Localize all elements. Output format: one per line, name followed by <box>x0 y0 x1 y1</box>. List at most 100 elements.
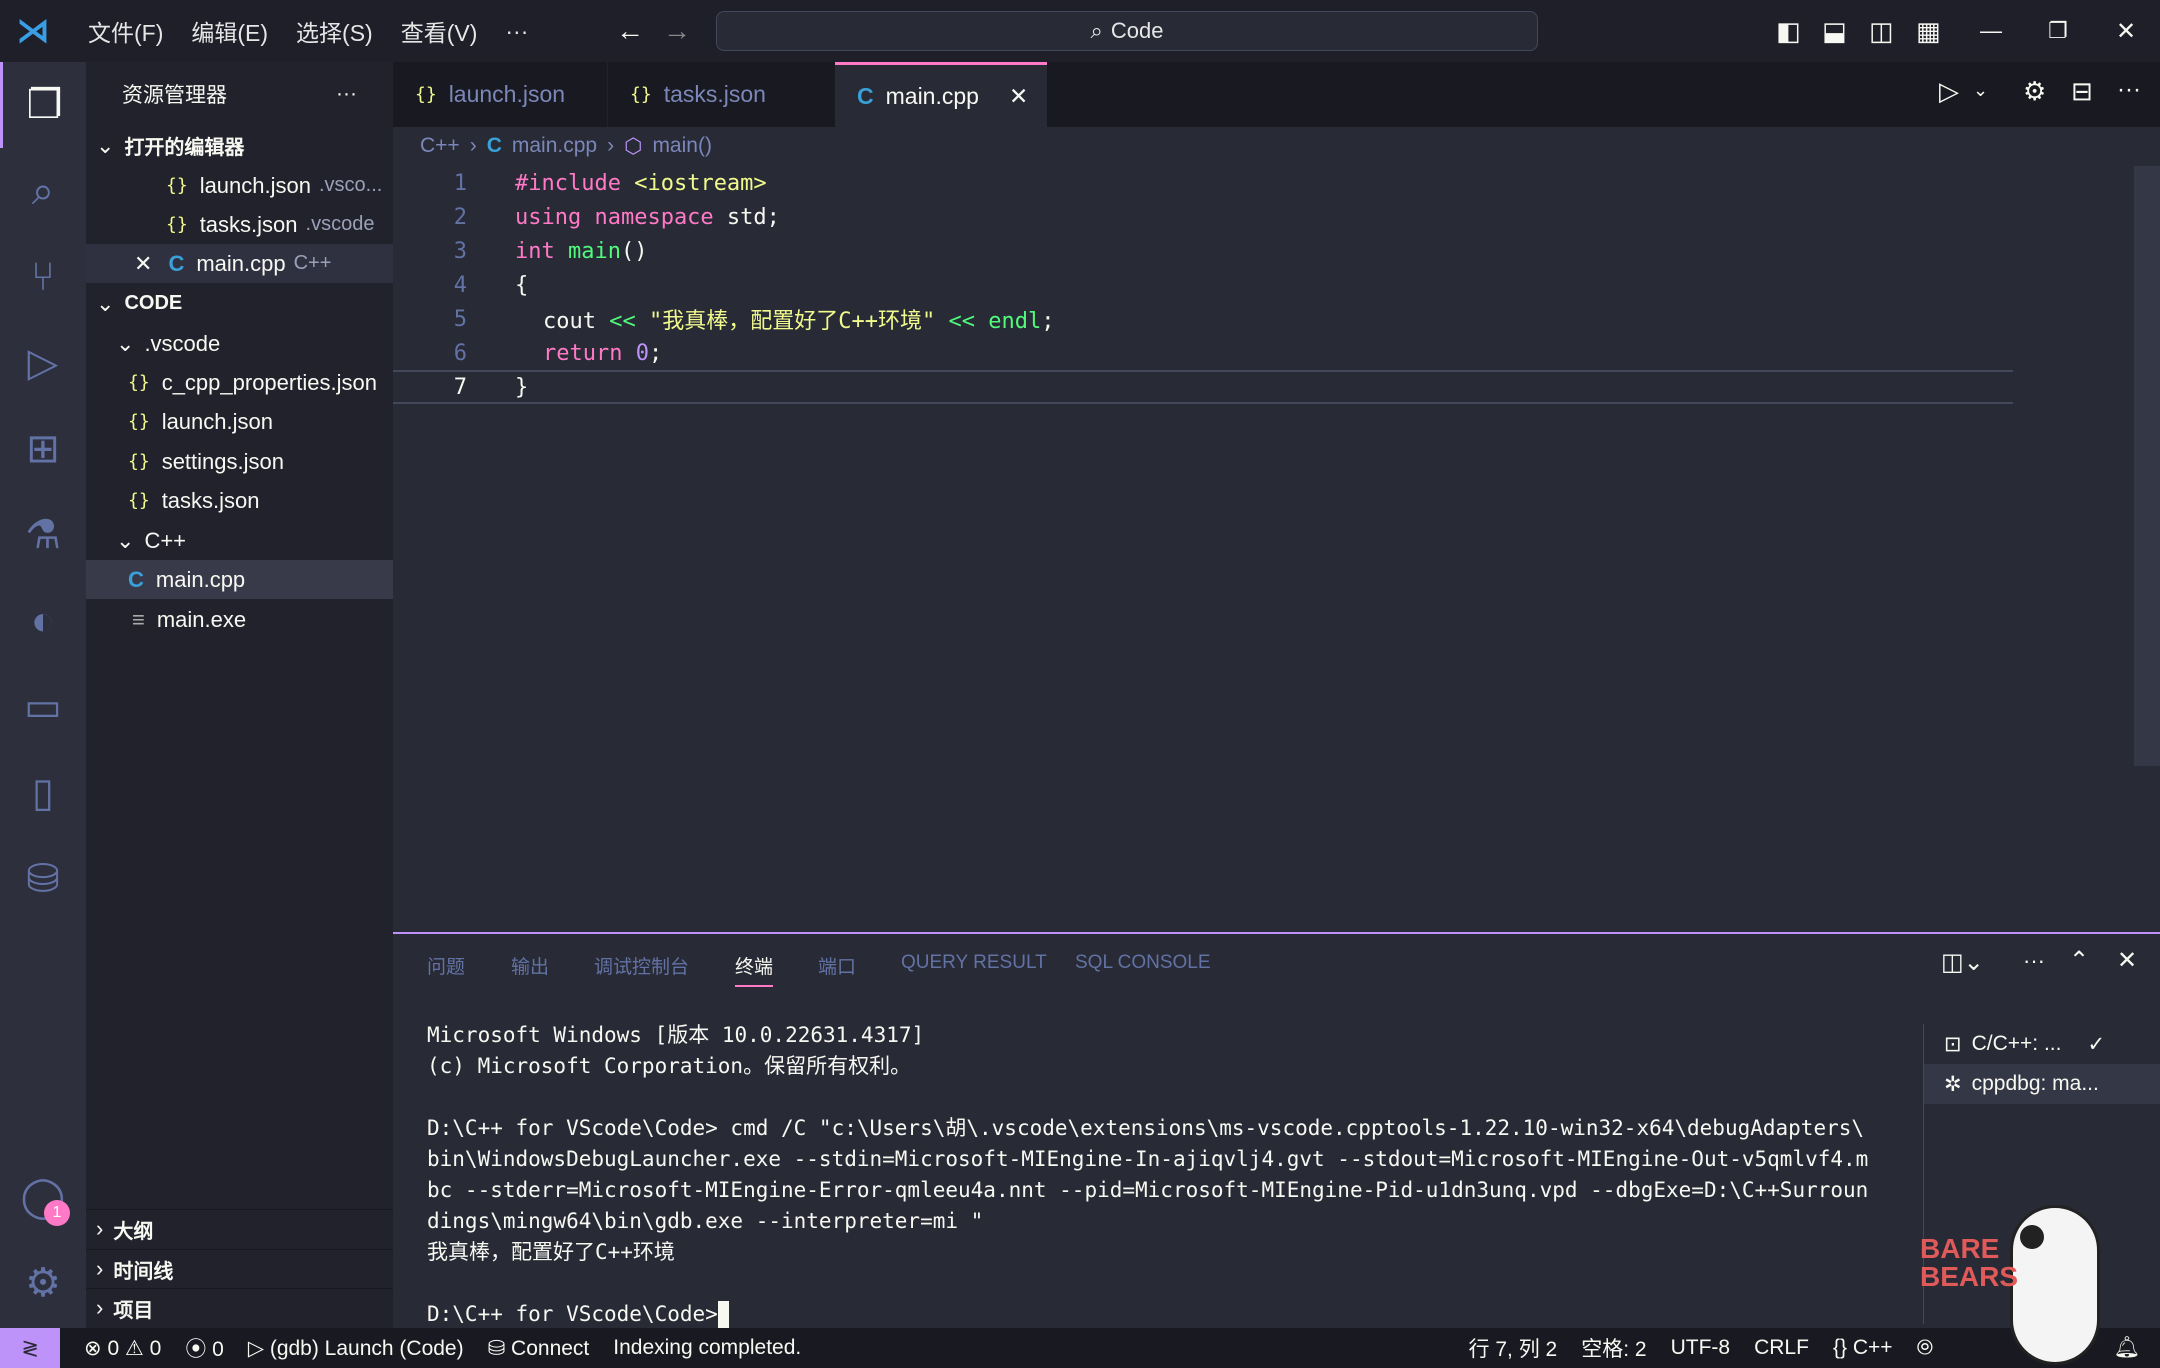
accounts-badge: 1 <box>44 1200 70 1226</box>
close-panel-icon[interactable]: ✕ <box>2117 946 2137 975</box>
run-dropdown-icon[interactable]: ⌄ <box>1973 80 1988 101</box>
panel-tab-ports[interactable]: 端口 <box>818 952 856 979</box>
run-icon[interactable]: ▷ <box>1939 76 1959 107</box>
tab-main-cpp[interactable]: Cmain.cpp ✕ <box>835 62 1047 127</box>
maximize-panel-icon[interactable]: ⌃ <box>2069 946 2089 975</box>
edge-icon[interactable]: ◐ <box>0 578 86 664</box>
more-icon[interactable]: ··· <box>2023 948 2045 974</box>
tab-launch-json[interactable]: {} launch.json <box>393 62 608 127</box>
menu-view[interactable]: 查看(V) <box>401 14 478 48</box>
forward-icon[interactable]: → <box>663 15 691 47</box>
language-mode[interactable]: {} C++ <box>1833 1336 1893 1360</box>
source-control-icon[interactable]: ⑂ <box>0 234 86 320</box>
file-item[interactable]: {} launch.json <box>86 402 393 441</box>
terminal-item-active[interactable]: ✲ cppdbg: ma... <box>1924 1064 2160 1104</box>
breadcrumb-folder[interactable]: C++ <box>420 134 460 158</box>
file-item[interactable]: ≡ main.exe <box>86 600 393 639</box>
panel-tab-problems[interactable]: 问题 <box>427 952 465 979</box>
bottom-panel: 问题 输出 调试控制台 终端 端口 QUERY RESULT SQL CONSO… <box>393 932 2160 1329</box>
timeline-section[interactable]: › 时间线 <box>86 1249 393 1288</box>
debug-launch-status[interactable]: ▷ (gdb) Launch (Code) <box>248 1336 464 1361</box>
terminal-prompt: D:\C++ for VScode\Code> <box>427 1302 718 1326</box>
item-hint: C++ <box>293 252 332 274</box>
file-item-selected[interactable]: Cmain.cpp <box>86 560 393 599</box>
menu-edit[interactable]: 编辑(E) <box>191 14 268 48</box>
folder-cpp[interactable]: ⌄ C++ <box>86 521 393 560</box>
panel-tab-output[interactable]: 输出 <box>511 952 549 979</box>
code-token: } <box>515 374 529 400</box>
close-icon[interactable]: ✕ <box>134 251 152 277</box>
run-debug-icon[interactable]: ▷ <box>0 320 86 406</box>
close-tab-icon[interactable]: ✕ <box>1009 83 1028 110</box>
gear-icon[interactable]: ⚙ <box>2023 76 2046 107</box>
restore-icon[interactable]: ❐ <box>2048 18 2068 44</box>
more-icon[interactable]: ··· <box>336 82 357 106</box>
panel-tab-sql-console[interactable]: SQL CONSOLE <box>1075 952 1211 974</box>
split-editor-icon[interactable]: ⊟ <box>2071 76 2093 107</box>
close-window-icon[interactable]: ✕ <box>2116 17 2136 46</box>
terminal-icon: ⊡ <box>1944 1032 1962 1056</box>
breadcrumb-file[interactable]: main.cpp <box>512 134 597 158</box>
file-item[interactable]: {} tasks.json <box>86 481 393 520</box>
file-label: settings.json <box>161 448 284 474</box>
tab-tasks-json[interactable]: {} tasks.json <box>608 62 828 127</box>
indentation[interactable]: 空格: 2 <box>1581 1333 1646 1363</box>
bookmark-icon[interactable]: ▯ <box>0 750 86 836</box>
toggle-secondary-sidebar-icon[interactable]: ◫ <box>1869 16 1894 47</box>
menu-more[interactable]: ··· <box>505 18 528 45</box>
open-editor-item[interactable]: {} launch.json .vsco... <box>86 166 393 205</box>
accounts-icon[interactable]: ◯ <box>0 1154 86 1240</box>
problems-status[interactable]: ⊗ 0 ⚠ 0 <box>84 1336 161 1361</box>
split-terminal-icon[interactable]: ◫⌄ <box>1941 948 1984 977</box>
file-label: tasks.json <box>161 487 260 513</box>
file-label: main.exe <box>156 606 247 632</box>
file-item[interactable]: {} settings.json <box>86 442 393 481</box>
chevron-right-icon: › <box>96 1256 104 1281</box>
menu-file[interactable]: 文件(F) <box>88 14 163 48</box>
command-center-search[interactable]: ⌕ Code <box>716 11 1538 51</box>
minimize-icon[interactable]: — <box>1980 18 2002 44</box>
cpp-icon: C <box>857 82 874 109</box>
folder-vscode[interactable]: ⌄ .vscode <box>86 324 393 363</box>
section-label: 项目 <box>113 1299 154 1322</box>
connect-status[interactable]: ⛁ Connect <box>488 1336 590 1361</box>
item-hint: .vsco... <box>319 174 383 196</box>
code-token: cout <box>543 309 610 334</box>
panel-tab-terminal[interactable]: 终端 <box>735 952 774 987</box>
ports-status[interactable]: ⦿ 0 <box>185 1333 224 1363</box>
terminal-line: (c) Microsoft Corporation。保留所有权利。 <box>427 1054 912 1078</box>
panel-tab-debug-console[interactable]: 调试控制台 <box>594 952 689 979</box>
explorer-icon[interactable]: ❐ <box>0 62 86 148</box>
line-ending[interactable]: CRLF <box>1754 1336 1809 1360</box>
breadcrumb-symbol[interactable]: main() <box>652 134 712 158</box>
open-editors-section[interactable]: ⌄ 打开的编辑器 <box>86 126 393 165</box>
terminal-item[interactable]: ⊡ C/C++: ... ✓ <box>1924 1024 2160 1064</box>
file-label: c_cpp_properties.json <box>161 369 377 395</box>
toggle-panel-icon[interactable]: ⬓ <box>1822 16 1847 47</box>
more-actions-icon[interactable]: ··· <box>2117 76 2141 104</box>
database-icon[interactable]: ⛁ <box>0 836 86 922</box>
extensions-icon[interactable]: ⊞ <box>0 406 86 492</box>
testing-icon[interactable]: ⚗ <box>0 492 86 578</box>
cursor-position[interactable]: 行 7, 列 2 <box>1469 1333 1558 1363</box>
panel-tab-query-result[interactable]: QUERY RESULT <box>901 952 1047 974</box>
back-icon[interactable]: ← <box>616 15 644 47</box>
search-icon[interactable]: ⌕ <box>0 148 86 234</box>
open-editor-item[interactable]: {} tasks.json .vscode <box>86 205 393 244</box>
projects-section[interactable]: › 项目 <box>86 1288 393 1327</box>
remote-explorer-icon[interactable]: ▭ <box>0 664 86 750</box>
settings-gear-icon[interactable]: ⚙ <box>0 1240 86 1326</box>
outline-section[interactable]: › 大纲 <box>86 1209 393 1248</box>
editor-scrollbar[interactable] <box>2134 166 2160 766</box>
explorer-sidebar: 资源管理器 ··· ⌄ 打开的编辑器 {} launch.json .vsco... {… <box>86 62 393 1328</box>
open-editor-item-active[interactable]: ✕ Cmain.cpp C++ <box>86 244 393 283</box>
terminal-line: 我真棒，配置好了C++环境 <box>427 1240 675 1264</box>
toggle-sidebar-icon[interactable]: ◧ <box>1776 16 1801 47</box>
layout-icon[interactable]: ▦ <box>1916 16 1941 47</box>
file-item[interactable]: {} c_cpp_properties.json <box>86 363 393 402</box>
encoding[interactable]: UTF-8 <box>1671 1336 1731 1360</box>
folder-section[interactable]: ⌄ CODE <box>86 284 393 323</box>
remote-icon[interactable]: ≷ <box>0 1328 60 1368</box>
section-label: 打开的编辑器 <box>124 137 245 159</box>
menu-selection[interactable]: 选择(S) <box>296 14 373 48</box>
